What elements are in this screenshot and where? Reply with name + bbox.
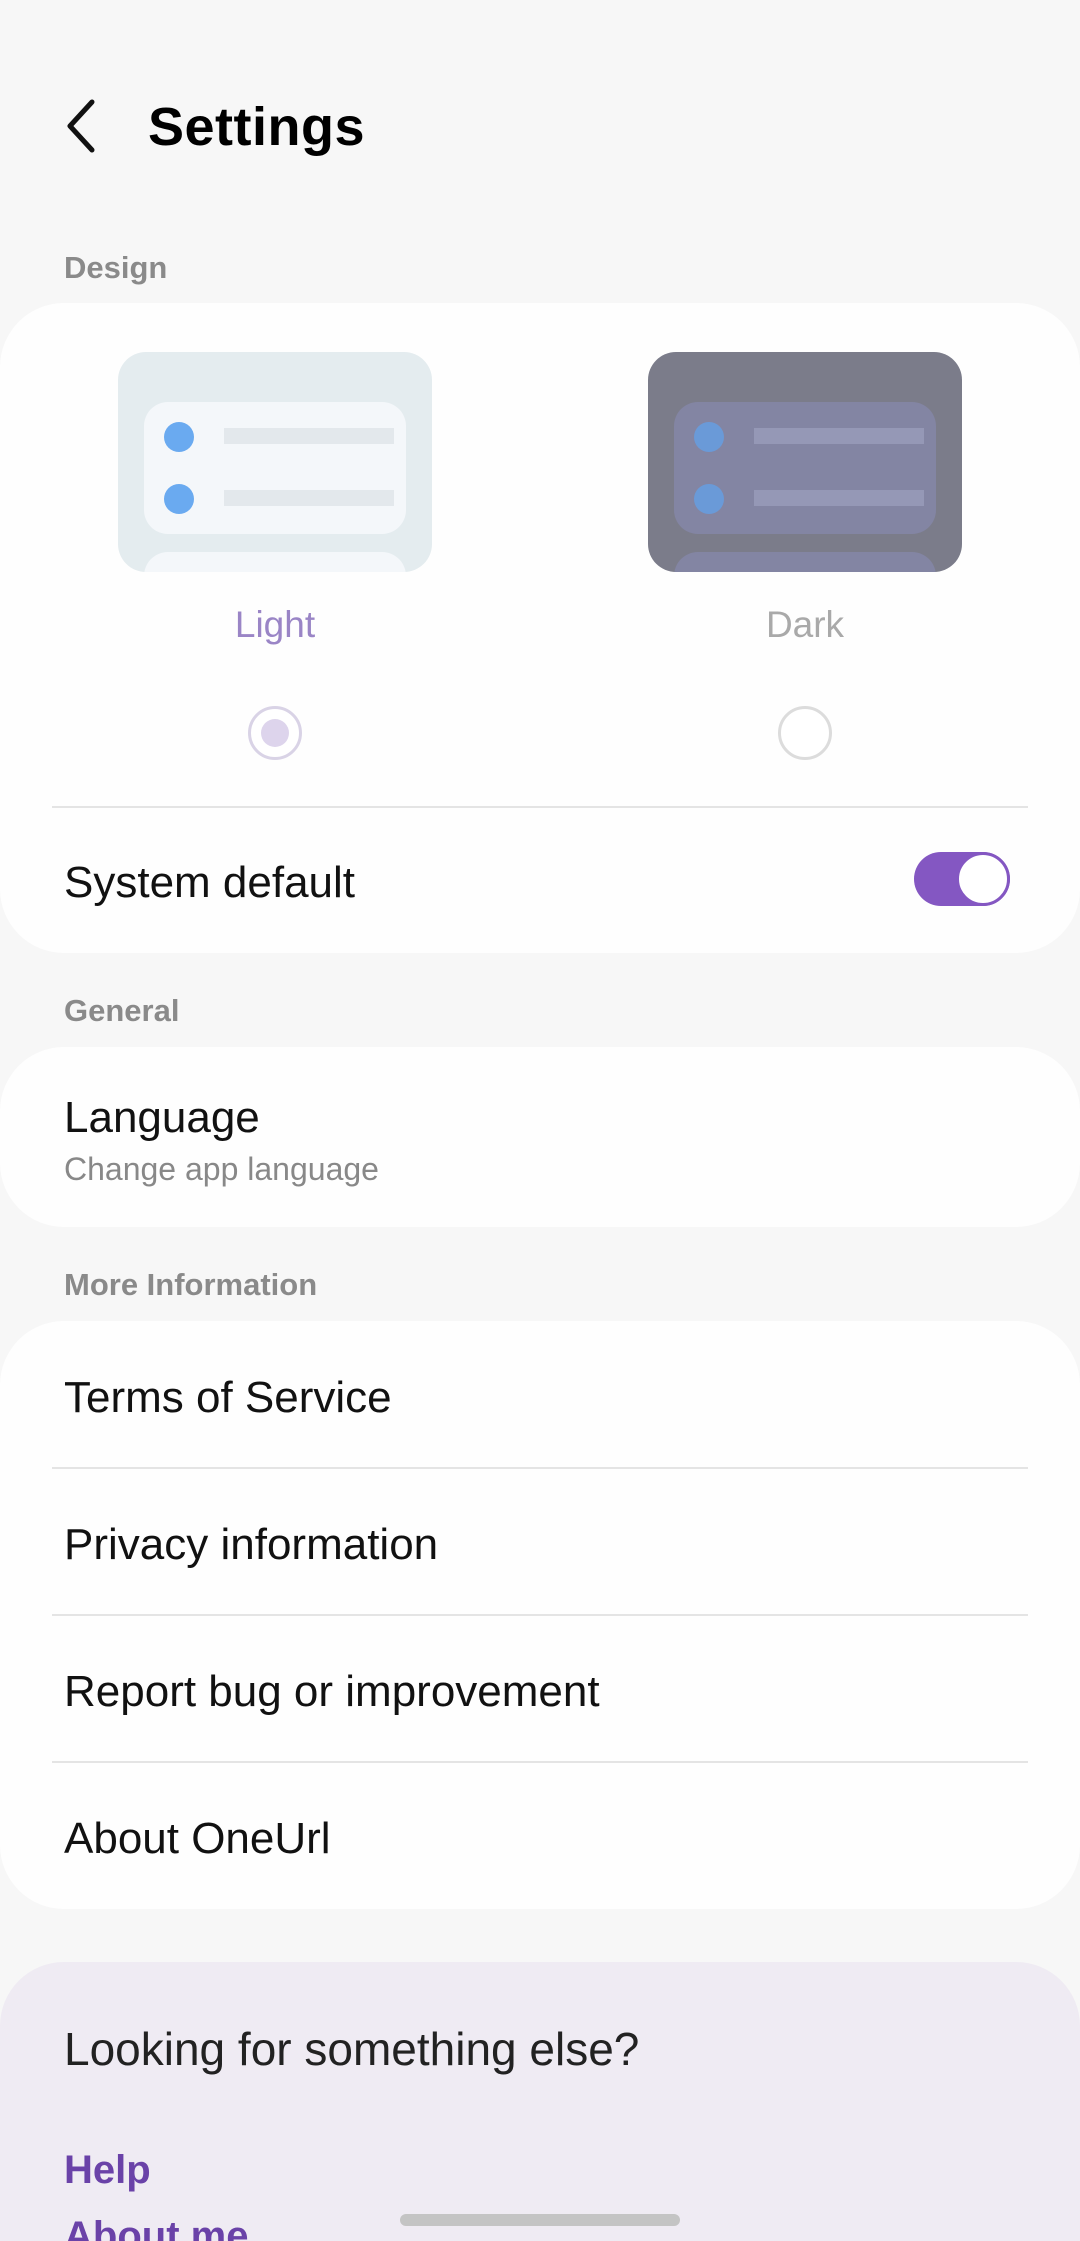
language-label: Language <box>64 1093 260 1142</box>
privacy-information-row[interactable]: Privacy information <box>0 1468 1080 1615</box>
app-bar: Settings <box>0 0 1080 240</box>
more-information-card: Terms of Service Privacy information Rep… <box>0 1321 1080 1909</box>
page-title: Settings <box>148 97 366 157</box>
preview-panel <box>674 552 936 572</box>
general-card: Language Change app language <box>0 1047 1080 1227</box>
preview-panel <box>674 402 936 534</box>
language-subtitle: Change app language <box>64 1151 379 1187</box>
preview-line <box>754 490 924 506</box>
radio-dark[interactable] <box>778 706 832 760</box>
home-indicator[interactable] <box>400 2214 680 2226</box>
preview-panel <box>144 552 406 572</box>
help-link[interactable]: Help <box>64 2148 151 2193</box>
back-arrow-icon <box>67 99 95 153</box>
terms-of-service-label: Terms of Service <box>64 1373 392 1422</box>
report-bug-row[interactable]: Report bug or improvement <box>0 1615 1080 1762</box>
help-card: Looking for something else? Help About m… <box>0 1962 1080 2241</box>
system-default-toggle[interactable] <box>914 852 1010 906</box>
section-label-more-information: More Information <box>64 1267 318 1302</box>
theme-option-dark[interactable]: Dark <box>648 352 962 812</box>
preview-panel <box>144 402 406 534</box>
preview-dot <box>164 422 194 452</box>
privacy-information-label: Privacy information <box>64 1520 439 1569</box>
preview-line <box>754 428 924 444</box>
section-label-design: Design <box>64 250 168 285</box>
preview-dot <box>694 484 724 514</box>
preview-line <box>224 490 394 506</box>
radio-fill <box>261 719 289 747</box>
system-default-label: System default <box>64 858 356 907</box>
theme-label-light: Light <box>234 604 316 645</box>
about-me-link[interactable]: About me <box>64 2214 248 2241</box>
preview-line <box>224 428 394 444</box>
language-row[interactable]: Language Change app language <box>0 1047 1080 1227</box>
terms-of-service-row[interactable]: Terms of Service <box>0 1321 1080 1468</box>
dark-theme-preview <box>648 352 962 572</box>
about-oneurl-label: About OneUrl <box>64 1814 331 1863</box>
help-title: Looking for something else? <box>64 2023 640 2075</box>
theme-label-dark: Dark <box>765 604 845 645</box>
toggle-knob <box>956 852 1010 906</box>
back-button[interactable] <box>50 88 114 164</box>
theme-option-light[interactable]: Light <box>118 352 432 812</box>
about-oneurl-row[interactable]: About OneUrl <box>0 1762 1080 1909</box>
settings-screen: Settings Design Light Dark System defaul… <box>0 0 1080 2241</box>
preview-dot <box>164 484 194 514</box>
radio-light-selected[interactable] <box>248 706 302 760</box>
section-label-general: General <box>64 993 180 1028</box>
light-theme-preview <box>118 352 432 572</box>
report-bug-label: Report bug or improvement <box>64 1667 600 1716</box>
preview-dot <box>694 422 724 452</box>
